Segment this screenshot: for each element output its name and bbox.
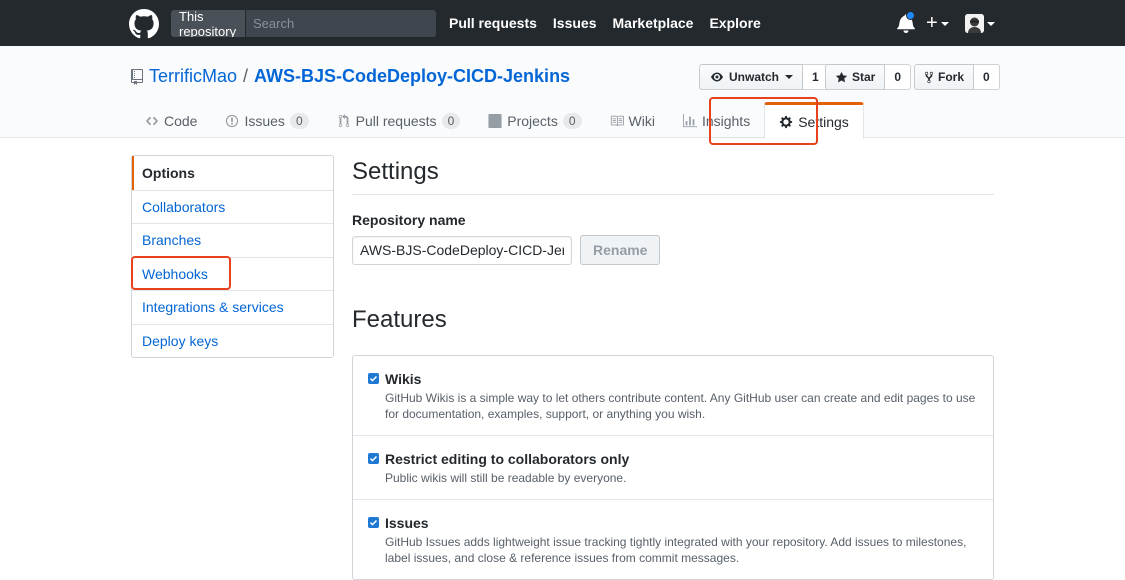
path-separator: / [243, 66, 249, 86]
wikis-checkbox[interactable] [368, 373, 379, 384]
unread-indicator [906, 11, 915, 20]
unwatch-label: Unwatch [729, 70, 780, 84]
feature-wikis: Wikis GitHub Wikis is a simple way to le… [353, 356, 993, 435]
star-group: Star 0 [825, 64, 912, 90]
tab-projects-label: Projects [507, 112, 558, 129]
repo-nav: Code Issues 0 Pull requests 0 Projects 0… [131, 102, 864, 139]
github-logo-icon[interactable] [129, 9, 159, 39]
search-input[interactable] [246, 10, 436, 37]
tab-issues[interactable]: Issues 0 [211, 103, 322, 138]
check-icon [369, 376, 378, 382]
feature-restrict-editing: Restrict editing to collaborators only P… [353, 435, 993, 499]
tab-pull-requests-label: Pull requests [355, 112, 437, 129]
code-icon [145, 116, 159, 125]
sidebar-item-webhooks[interactable]: Webhooks [132, 256, 333, 291]
chevron-down-icon [940, 21, 949, 26]
repo-name-link[interactable]: AWS-BJS-CodeDeploy-CICD-Jenkins [254, 66, 570, 87]
feature-note: Public wikis will still be readable by e… [385, 471, 627, 485]
header-nav: Pull requests Issues Marketplace Explore [449, 0, 761, 46]
nav-marketplace[interactable]: Marketplace [613, 15, 694, 31]
tab-settings-label: Settings [798, 114, 849, 130]
avatar[interactable] [965, 14, 984, 33]
tab-projects[interactable]: Projects 0 [474, 103, 595, 138]
settings-main: Settings Repository name Rename Features… [352, 155, 994, 580]
rename-row: Rename [352, 235, 994, 265]
nav-pull-requests[interactable]: Pull requests [449, 15, 537, 31]
header-search: This repository [171, 10, 436, 37]
settings-sidebar: Options Collaborators Branches Webhooks … [131, 155, 334, 358]
rename-button[interactable]: Rename [580, 235, 661, 265]
nav-explore[interactable]: Explore [709, 15, 760, 31]
feature-note: GitHub Wikis is a simple way to let othe… [385, 391, 976, 421]
gear-icon [780, 115, 793, 129]
fork-group: Fork 0 [914, 64, 1000, 90]
tab-issues-label: Issues [244, 112, 285, 129]
tab-wiki[interactable]: Wiki [596, 103, 669, 138]
tab-code-label: Code [164, 112, 198, 129]
watch-group: Unwatch 1 [699, 64, 829, 90]
check-icon [369, 456, 378, 462]
repo-icon [131, 68, 143, 85]
avatar-image-icon [965, 14, 984, 33]
unwatch-button[interactable]: Unwatch [699, 64, 804, 90]
sidebar-item-options[interactable]: Options [132, 156, 333, 190]
repo-header: TerrificMao / AWS-BJS-CodeDeploy-CICD-Je… [0, 46, 1125, 139]
star-button[interactable]: Star [825, 64, 886, 90]
eye-icon [711, 72, 723, 82]
tab-insights[interactable]: Insights [669, 103, 764, 138]
projects-counter: 0 [562, 112, 582, 129]
sidebar-item-deploy-keys[interactable]: Deploy keys [132, 323, 333, 358]
issues-counter: 0 [289, 112, 309, 129]
chevron-down-icon[interactable] [987, 22, 995, 26]
project-icon [488, 113, 502, 128]
sidebar-item-collaborators[interactable]: Collaborators [132, 189, 333, 224]
restrict-editing-checkbox[interactable] [368, 453, 379, 464]
create-new-dropdown[interactable]: + [926, 12, 949, 34]
feature-title: Restrict editing to collaborators only [385, 451, 630, 467]
site-header: This repository Pull requests Issues Mar… [0, 0, 1125, 46]
forks-count[interactable]: 0 [974, 64, 1000, 90]
nav-issues[interactable]: Issues [553, 15, 597, 31]
plus-icon: + [926, 12, 938, 34]
search-scope-label: This repository [171, 10, 246, 37]
issue-opened-icon [226, 114, 239, 127]
feature-title: Issues [385, 515, 429, 531]
fork-icon [924, 71, 934, 83]
issues-checkbox[interactable] [368, 517, 379, 528]
graph-icon [682, 113, 697, 127]
check-icon [369, 520, 378, 526]
repo-name-input[interactable] [352, 235, 572, 265]
pull-request-icon [338, 113, 349, 127]
tab-pull-requests[interactable]: Pull requests 0 [323, 103, 475, 138]
star-icon [835, 71, 848, 82]
repo-name-label: Repository name [352, 212, 466, 228]
fork-label: Fork [938, 70, 965, 84]
features-box: Wikis GitHub Wikis is a simple way to le… [352, 355, 994, 580]
feature-title: Wikis [385, 371, 422, 387]
repo-owner-link[interactable]: TerrificMao [149, 66, 237, 87]
feature-issues: Issues GitHub Issues adds lightweight is… [353, 499, 993, 579]
fork-button[interactable]: Fork [914, 64, 975, 90]
pull-requests-counter: 0 [441, 112, 461, 129]
sidebar-item-branches[interactable]: Branches [132, 223, 333, 257]
chevron-down-icon [785, 75, 794, 79]
stargazers-count[interactable]: 0 [885, 64, 912, 90]
tab-wiki-label: Wiki [628, 112, 655, 129]
sidebar-item-integrations[interactable]: Integrations & services [132, 290, 333, 324]
features-title: Features [352, 306, 447, 333]
tab-insights-label: Insights [701, 112, 751, 129]
star-label: Star [852, 70, 876, 84]
repo-title: TerrificMao / AWS-BJS-CodeDeploy-CICD-Je… [131, 66, 570, 87]
book-icon [610, 115, 624, 126]
tab-settings[interactable]: Settings [764, 102, 864, 139]
page-title: Settings [352, 155, 994, 195]
tab-code[interactable]: Code [131, 103, 211, 138]
